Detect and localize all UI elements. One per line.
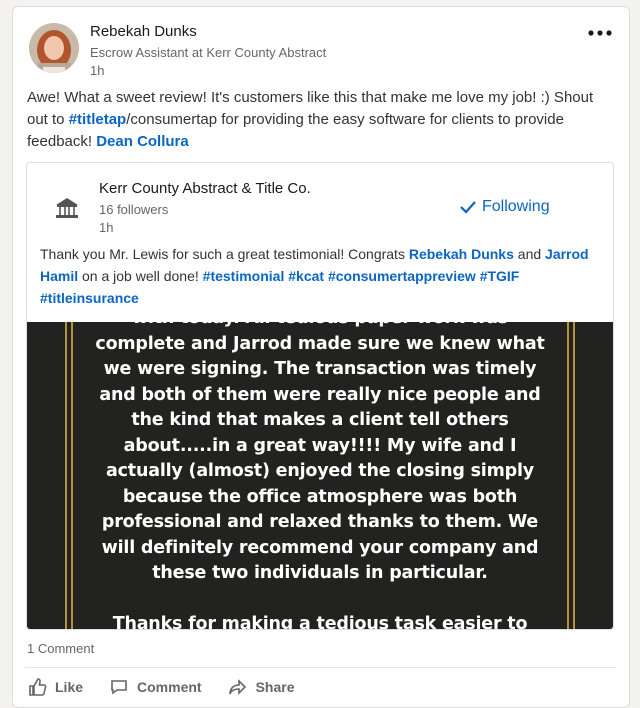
like-label: Like (55, 679, 84, 695)
share-label: Share (255, 679, 295, 695)
company-logo[interactable] (51, 192, 83, 224)
comment-count[interactable]: 1 Comment (27, 641, 94, 656)
testimonial-image[interactable]: with today. All tedious paper work was c… (27, 322, 613, 629)
thumbs-up-icon (29, 678, 47, 696)
share-button[interactable]: Share (228, 677, 295, 697)
company-name[interactable]: Kerr County Abstract & Title Co. (99, 180, 311, 197)
reshare-timestamp: 1h (99, 220, 114, 235)
comment-button[interactable]: Comment (109, 677, 202, 697)
author-avatar[interactable] (29, 23, 79, 73)
frame-border-line (567, 322, 569, 629)
more-options-button[interactable] (583, 21, 617, 45)
hashtag-link[interactable]: #titleinsurance (40, 290, 139, 306)
testimonial-line: will definitely recommend your company a… (101, 537, 539, 558)
hashtag-link[interactable]: #consumertappreview (328, 268, 476, 284)
following-button[interactable]: Following (459, 194, 550, 220)
feed-post-card: Rebekah Dunks Escrow Assistant at Kerr C… (12, 6, 630, 708)
share-icon (228, 679, 246, 695)
action-divider (25, 667, 617, 668)
hashtag-link[interactable]: #TGIF (480, 268, 520, 284)
hashtag-link[interactable]: #testimonial (203, 268, 285, 284)
hashtag-link[interactable]: #kcat (288, 268, 324, 284)
mention-link[interactable]: Dean Collura (96, 133, 189, 150)
reshare-text-part: Thank you Mr. Lewis for such a great tes… (40, 246, 409, 262)
reshared-post: Kerr County Abstract & Title Co. 16 foll… (26, 162, 614, 630)
follower-count: 16 followers (99, 202, 169, 217)
post-body: Awe! What a sweet review! It's customers… (27, 87, 617, 153)
reshare-text-part: and (513, 246, 546, 262)
testimonial-line: with today. All tedious paper work was (87, 322, 553, 332)
testimonial-line: because the office atmosphere was both (122, 486, 518, 507)
frame-border-line (71, 322, 73, 629)
courthouse-icon (56, 198, 78, 218)
following-label: Following (482, 198, 550, 215)
testimonial-line: actually (almost) enjoyed the closing si… (106, 461, 534, 481)
hashtag-link[interactable]: #titletap (69, 111, 127, 128)
like-button[interactable]: Like (27, 677, 83, 697)
testimonial-line: the kind that makes a client tell others (131, 410, 509, 430)
comment-icon (111, 680, 127, 695)
comment-label: Comment (137, 679, 202, 695)
testimonial-text: with today. All tedious paper work was c… (87, 322, 553, 629)
post-timestamp: 1h (90, 63, 105, 78)
ellipsis-icon (588, 30, 612, 36)
testimonial-line: we were signing. The transaction was tim… (103, 359, 537, 379)
author-photo (29, 23, 79, 73)
testimonial-line: professional and relaxed thanks to them.… (101, 512, 539, 532)
testimonial-line: about.....in a great way!!!! My wife and… (123, 435, 517, 456)
check-icon (460, 201, 476, 214)
testimonial-line: and both of them were really nice people… (99, 384, 541, 405)
reshare-text-part: on a job well done! (78, 268, 203, 284)
author-headline: Escrow Assistant at Kerr County Abstract (90, 45, 327, 60)
frame-border-line (573, 322, 575, 629)
testimonial-line: these two individuals in particular. (152, 563, 488, 583)
author-name[interactable]: Rebekah Dunks (90, 23, 197, 40)
social-actions-bar: Like Comment Share (27, 677, 295, 697)
testimonial-line: Thanks for making a tedious task easier … (112, 613, 528, 630)
frame-border-line (65, 322, 67, 629)
reshare-body: Thank you Mr. Lewis for such a great tes… (40, 243, 602, 309)
testimonial-line: complete and Jarrod made sure we knew wh… (95, 333, 545, 354)
mention-link[interactable]: Rebekah Dunks (409, 246, 514, 262)
